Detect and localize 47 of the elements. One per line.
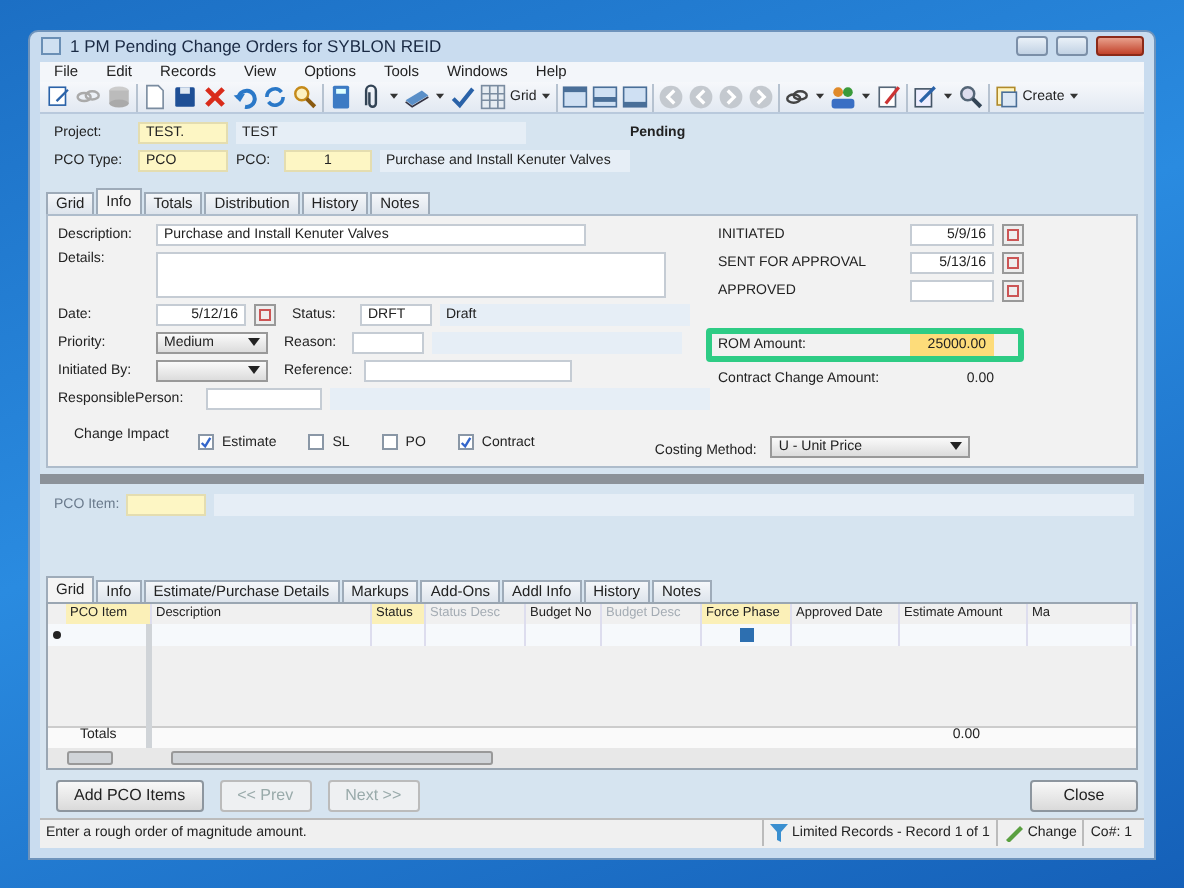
date-field[interactable] [910,279,994,302]
checkbox[interactable] [198,434,214,451]
search-icon[interactable] [292,84,318,111]
save-icon[interactable] [172,84,198,111]
minimize-button[interactable] [1016,36,1048,57]
maximize-button[interactable] [1056,36,1088,57]
spell-check-icon[interactable] [450,84,476,111]
grid-icon[interactable] [480,84,506,111]
calendar-icon[interactable] [254,303,276,326]
document-icon[interactable] [142,84,168,111]
refresh-icon[interactable] [262,84,288,111]
calendar-icon[interactable] [1002,251,1024,274]
edit-icon[interactable] [46,84,72,111]
window-layout-icon[interactable] [622,84,649,111]
button: Next >> [327,779,420,812]
responsible-person-field[interactable] [206,387,322,410]
undo-icon[interactable] [232,84,258,111]
app-icon [40,36,62,57]
dropdown-arrow-icon [248,338,260,347]
button: << Prev [219,779,312,812]
reason-field[interactable] [352,331,424,354]
people-icon[interactable] [830,84,857,111]
search-icon[interactable] [958,84,985,111]
close-icon[interactable] [202,84,228,111]
dropdown-arrow-icon [248,366,260,375]
calendar-icon[interactable] [1002,223,1024,246]
pen-icon[interactable] [912,84,939,111]
checkbox[interactable] [308,434,325,451]
create-icon[interactable] [994,84,1019,111]
reference-field[interactable] [364,359,572,382]
calendar-icon[interactable] [1002,279,1024,302]
button[interactable]: Add PCO Items [56,779,204,812]
checkbox-icon [739,627,753,642]
window-layout-icon[interactable] [592,84,619,111]
filter-icon [770,824,789,843]
pco-item-field[interactable] [126,494,206,517]
window-title: 1 PM Pending Change Orders for SYBLON REID [70,38,442,56]
checkbox[interactable] [457,434,474,451]
window-layout-icon[interactable] [562,84,589,111]
pencil-icon [1003,824,1024,843]
checkbox[interactable] [381,434,398,451]
details-field[interactable] [156,251,666,298]
close-button[interactable]: Close [1030,779,1138,812]
initiated-by-dropdown[interactable] [156,359,268,382]
dropdown-arrow-icon [950,442,963,451]
calculator-icon[interactable] [328,84,354,111]
close-button[interactable] [1096,36,1144,57]
